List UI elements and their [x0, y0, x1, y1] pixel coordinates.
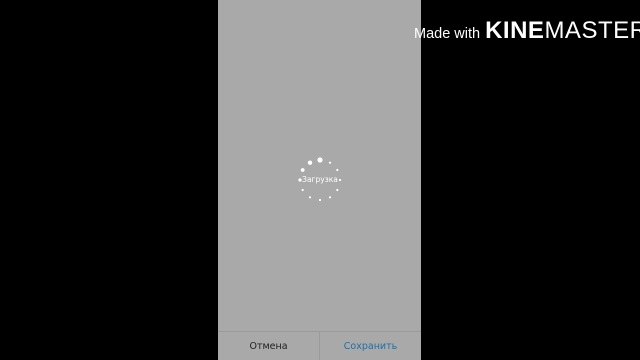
cancel-button[interactable]: Отмена: [218, 332, 320, 360]
watermark-prefix: Made with: [414, 26, 481, 42]
watermark-brand-bold: KINE: [485, 17, 545, 44]
loading-label: Загрузка: [302, 175, 338, 184]
dialog-button-bar: Отмена Сохранить: [218, 331, 421, 360]
kinemaster-watermark: Made with KINE MASTER: [414, 14, 640, 48]
watermark-brand-light: MASTER: [544, 17, 640, 44]
loading-indicator: Загрузка: [290, 150, 350, 210]
save-button[interactable]: Сохранить: [320, 332, 421, 360]
video-frame: Made with KINE MASTER Загрузка Отмена Со…: [0, 0, 640, 360]
